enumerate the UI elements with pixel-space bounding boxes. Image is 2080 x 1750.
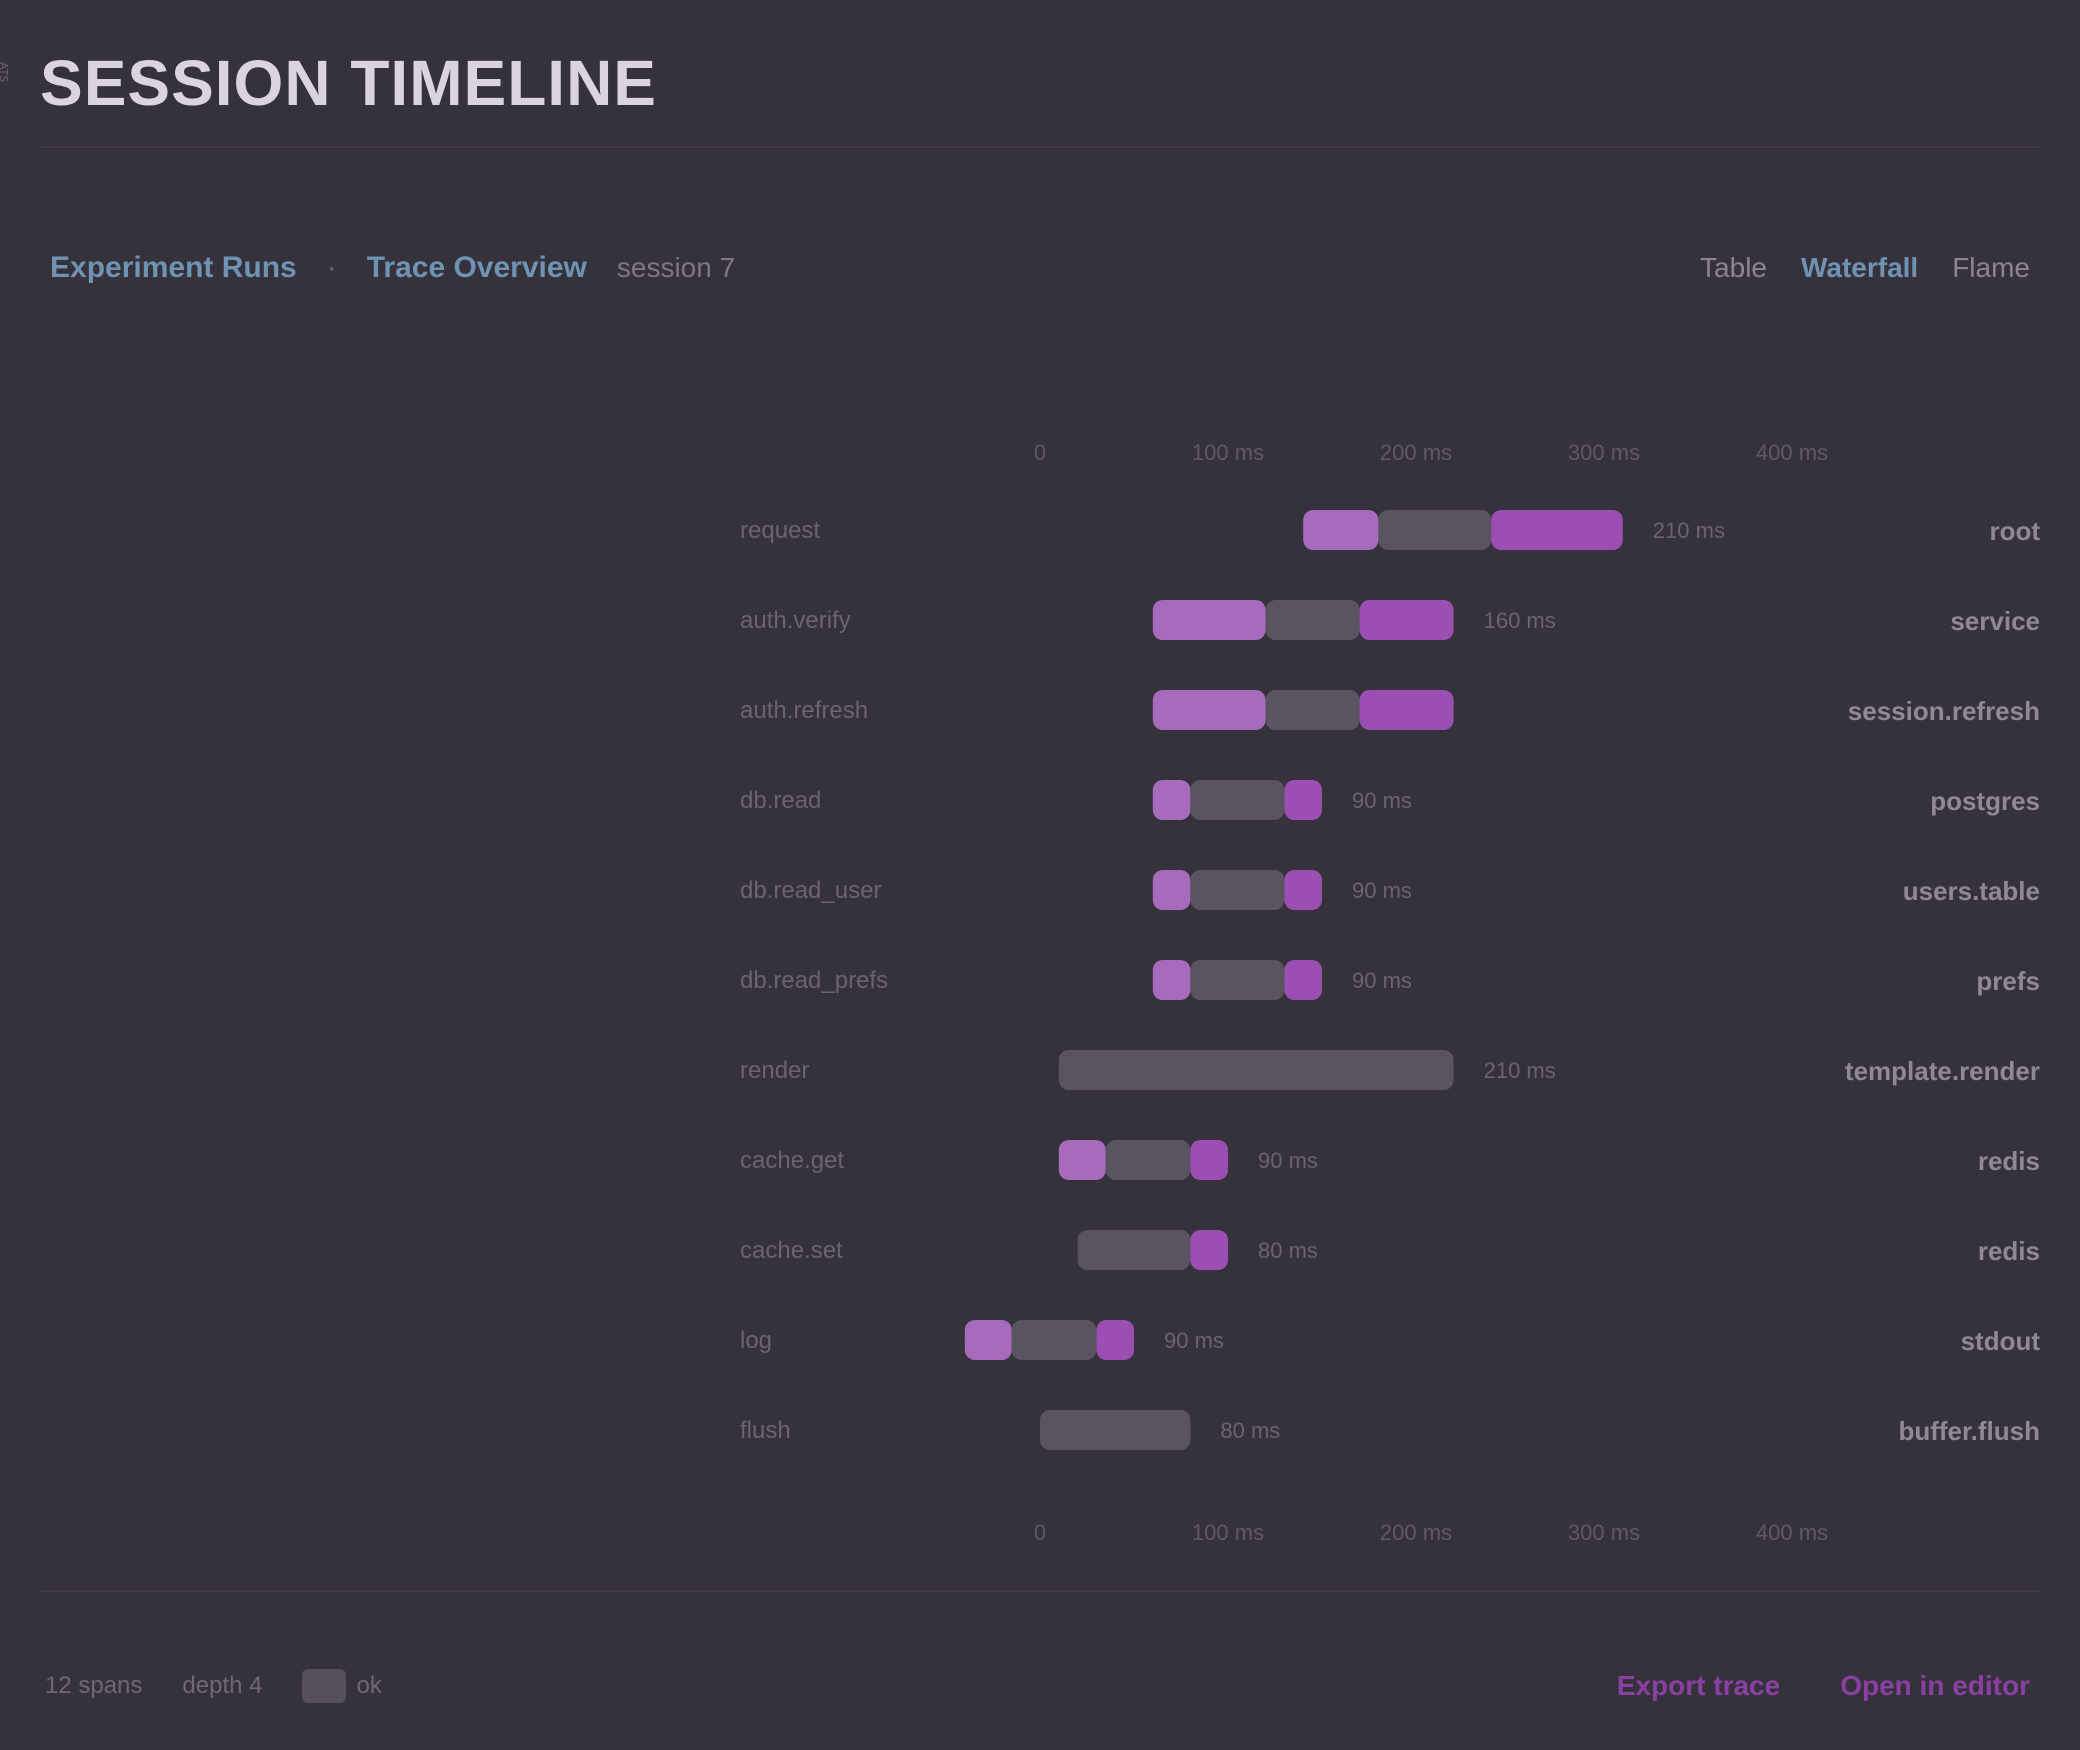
title-divider: [40, 146, 2040, 148]
span-count: 12 spans: [45, 1672, 143, 1699]
duration-label: 90 ms: [1352, 968, 1412, 993]
bar-segment-purple: [1491, 510, 1623, 550]
open-in-editor-link[interactable]: Open in editor: [1840, 1670, 2030, 1702]
status-badge: ok: [302, 1669, 382, 1703]
bar-segment-light: [1152, 600, 1266, 640]
row-right-label: service: [1950, 606, 2040, 636]
bar-segment-neutral: [1190, 870, 1285, 910]
x-tick-label-bottom: 0: [1034, 1520, 1046, 1540]
row-name: db.read_user: [740, 877, 881, 904]
waterfall-chart-svg: 0 0 100 ms 100 ms 200 ms 200 ms 300 ms 300 ms 40…: [740, 440, 2041, 1540]
view-option-table[interactable]: Table: [1700, 252, 1767, 284]
bar-segment-neutral: [1105, 1140, 1191, 1180]
duration-label: 90 ms: [1352, 878, 1412, 903]
row-name: render: [740, 1057, 809, 1084]
bar-segment-light: [1058, 1140, 1106, 1180]
bar-segment-purple: [1190, 1140, 1228, 1180]
bar-segment-purple: [1284, 780, 1322, 820]
bar-segment-light: [1303, 510, 1379, 550]
row-right-label: postgres: [1930, 786, 2040, 816]
side-mark: ATS: [0, 62, 10, 83]
x-tick-label-bottom: 200 ms: [1380, 1520, 1452, 1540]
bar-segment-neutral: [1265, 690, 1360, 730]
waterfall-chart: 0 0 100 ms 100 ms 200 ms 200 ms 300 ms 300 ms 40…: [740, 420, 2050, 1540]
x-tick-label-bottom: 100 ms: [1192, 1520, 1264, 1540]
breadcrumb-separator: ·: [326, 251, 337, 284]
footer-actions: Export trace Open in editor: [1617, 1664, 2030, 1708]
breadcrumb: Experiment Runs · Trace Overview session…: [50, 248, 735, 288]
bar-segment-neutral: [1040, 1410, 1191, 1450]
row-right-label: template.render: [1845, 1056, 2040, 1086]
row-name: auth.verify: [740, 607, 851, 634]
duration-label: 80 ms: [1258, 1238, 1318, 1263]
row-name: db.read_prefs: [740, 967, 888, 994]
view-option-waterfall[interactable]: Waterfall: [1801, 252, 1918, 284]
duration-label: 90 ms: [1352, 788, 1412, 813]
x-tick-label-bottom: 400 ms: [1756, 1520, 1828, 1540]
breadcrumb-item-trace-overview[interactable]: Trace Overview: [367, 251, 587, 285]
bar-segment-neutral: [1265, 600, 1360, 640]
status-label: ok: [356, 1672, 382, 1699]
bar-segment-neutral: [1378, 510, 1492, 550]
duration-label: 80 ms: [1220, 1418, 1280, 1443]
page-title: SESSION TIMELINE: [40, 47, 657, 119]
duration-label: 90 ms: [1258, 1148, 1318, 1173]
breadcrumb-item-experiment-runs[interactable]: Experiment Runs: [50, 251, 297, 285]
bar-segment-light: [1152, 870, 1191, 910]
bar-segment-neutral: [1058, 1050, 1454, 1090]
x-tick-label-bottom: 300 ms: [1568, 1520, 1640, 1540]
bar-segment-neutral: [1190, 960, 1285, 1000]
x-tick-label-top: 100 ms: [1192, 440, 1264, 465]
row-name: flush: [740, 1417, 791, 1444]
row-name: log: [740, 1327, 772, 1354]
bar-segment-purple: [1284, 960, 1322, 1000]
row-name: cache.get: [740, 1147, 844, 1174]
row-name: cache.set: [740, 1237, 843, 1264]
row-right-label: session.refresh: [1848, 696, 2040, 726]
duration-label: 210 ms: [1653, 518, 1725, 543]
row-right-label: prefs: [1976, 966, 2040, 996]
bar-segment-light: [1152, 960, 1191, 1000]
bar-segment-purple: [1096, 1320, 1134, 1360]
bar-segment-light: [1152, 780, 1191, 820]
bar-segment-light: [964, 1320, 1012, 1360]
x-tick-label-top: 300 ms: [1568, 440, 1640, 465]
x-tick-label-top: 0: [1034, 440, 1046, 465]
bar-segment-neutral: [1190, 780, 1285, 820]
footer-status: 12 spans depth 4 ok: [45, 1664, 382, 1708]
duration-label: 210 ms: [1484, 1058, 1556, 1083]
row-right-label: stdout: [1961, 1326, 2041, 1356]
footer-divider: [40, 1590, 2040, 1592]
row-right-label: redis: [1978, 1236, 2040, 1266]
duration-label: 90 ms: [1164, 1328, 1224, 1353]
bar-segment-purple: [1284, 870, 1322, 910]
row-name: request: [740, 517, 820, 544]
bar-segment-neutral: [1011, 1320, 1097, 1360]
bar-segment-neutral: [1077, 1230, 1191, 1270]
row-right-label: buffer.flush: [1898, 1416, 2040, 1446]
row-right-label: users.table: [1903, 876, 2040, 906]
row-right-label: root: [1989, 516, 2040, 546]
row-name: db.read: [740, 787, 821, 814]
x-tick-label-top: 200 ms: [1380, 440, 1452, 465]
row-right-label: redis: [1978, 1146, 2040, 1176]
bar-segment-light: [1152, 690, 1266, 730]
depth-label: depth 4: [182, 1672, 263, 1699]
status-icon: [302, 1669, 347, 1703]
export-trace-link[interactable]: Export trace: [1617, 1670, 1780, 1702]
view-option-flame[interactable]: Flame: [1952, 252, 2030, 284]
bar-segment-purple: [1190, 1230, 1228, 1270]
x-tick-label-top: 400 ms: [1756, 440, 1828, 465]
bar-segment-purple: [1359, 600, 1454, 640]
duration-label: 160 ms: [1484, 608, 1556, 633]
breadcrumb-current: session 7: [616, 252, 736, 283]
view-switcher: Table Waterfall Flame: [1700, 248, 2030, 288]
bar-segment-purple: [1359, 690, 1454, 730]
row-name: auth.refresh: [740, 697, 868, 724]
